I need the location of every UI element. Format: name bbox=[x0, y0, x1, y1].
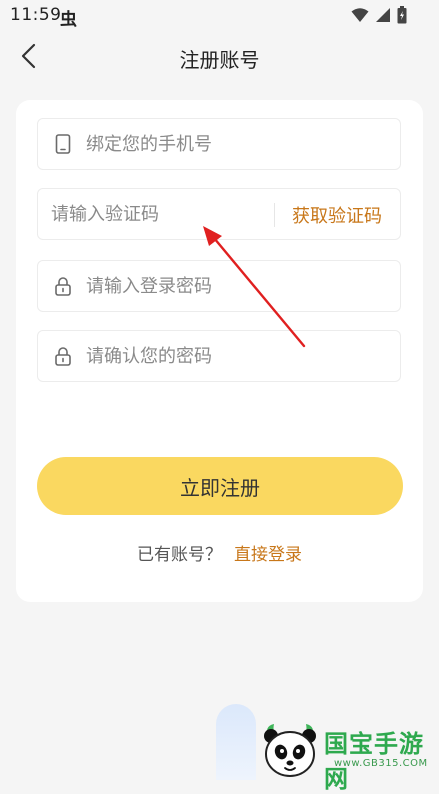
phone-field-container bbox=[37, 118, 401, 170]
phone-icon bbox=[55, 134, 71, 154]
get-code-button[interactable]: 获取验证码 bbox=[292, 202, 382, 228]
watermark-subtitle: www.GB315.COM bbox=[334, 758, 428, 769]
verification-code-input[interactable] bbox=[51, 189, 271, 239]
lock-icon bbox=[55, 277, 71, 296]
signal-icon bbox=[376, 8, 390, 22]
code-field-container: 获取验证码 bbox=[37, 188, 401, 240]
confirm-password-input[interactable] bbox=[86, 331, 386, 381]
status-bar: 11:59 虫 bbox=[0, 0, 439, 32]
login-prompt: 已有账号？ bbox=[137, 545, 222, 565]
watermark: 国宝手游网 www.GB315.COM bbox=[210, 700, 439, 793]
register-button[interactable]: 立即注册 bbox=[37, 457, 403, 515]
panda-logo bbox=[264, 724, 316, 777]
register-card: 获取验证码 立即注册 已有账号？ 直接登录 bbox=[16, 100, 423, 602]
password-field-container bbox=[37, 260, 401, 312]
lock-icon bbox=[55, 347, 71, 366]
battery-icon bbox=[397, 6, 407, 24]
login-link[interactable]: 直接登录 bbox=[234, 545, 302, 565]
header: 注册账号 bbox=[0, 32, 439, 80]
confirm-password-field-container bbox=[37, 330, 401, 382]
bug-icon: 虫 bbox=[60, 10, 77, 30]
status-time: 11:59 bbox=[10, 5, 62, 25]
ghost-logo bbox=[216, 704, 256, 780]
status-icons bbox=[351, 6, 407, 24]
phone-input[interactable] bbox=[86, 119, 386, 169]
page-title: 注册账号 bbox=[179, 48, 260, 72]
login-row: 已有账号？ 直接登录 bbox=[16, 540, 423, 565]
password-input[interactable] bbox=[86, 261, 386, 311]
divider bbox=[274, 203, 275, 227]
wifi-icon bbox=[351, 8, 369, 22]
